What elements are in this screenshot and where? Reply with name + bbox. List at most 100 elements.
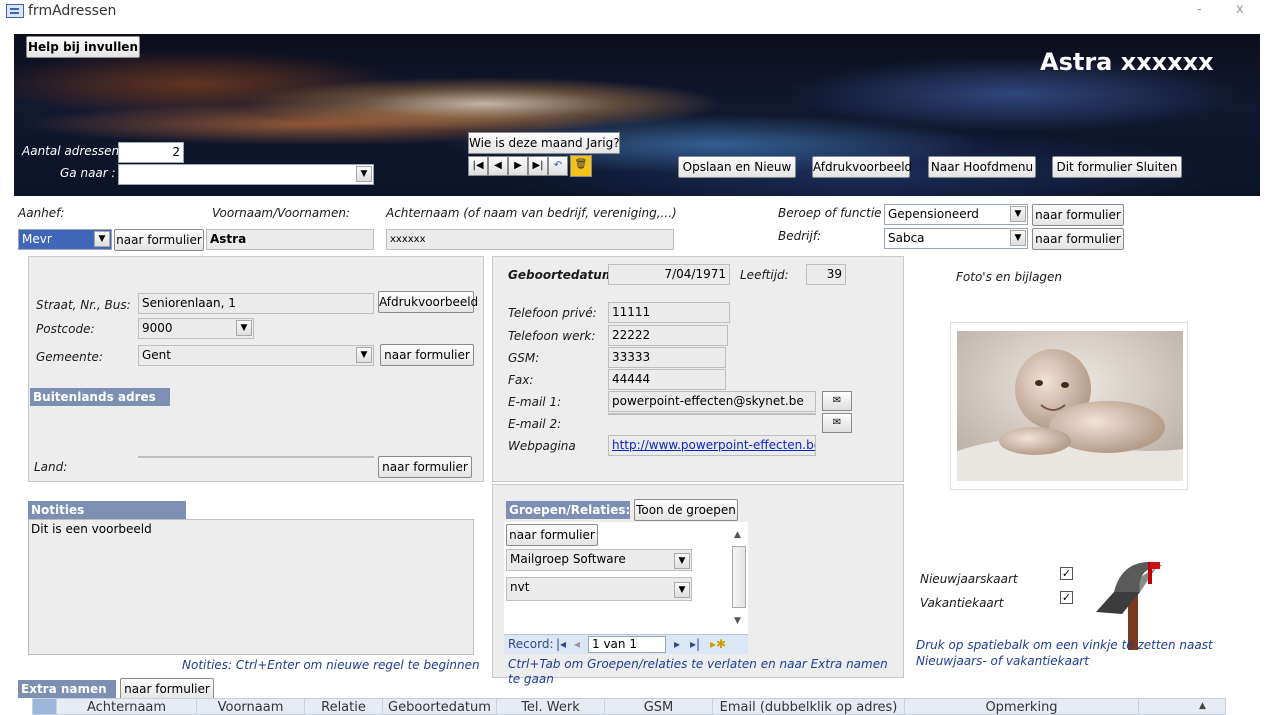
email1-label: E-mail 1: — [508, 395, 562, 409]
chevron-down-icon[interactable]: ▼ — [674, 582, 690, 598]
record-prev-icon[interactable]: ◂ — [574, 635, 580, 654]
scroll-thumb[interactable] — [732, 546, 746, 608]
vakantiekaart-checkbox[interactable]: ✓ — [1060, 591, 1073, 604]
chevron-down-icon[interactable]: ▼ — [356, 347, 372, 363]
gsm-label: GSM: — [508, 351, 540, 365]
photo-label: Foto's en bijlagen — [956, 270, 1063, 284]
last-record-icon[interactable]: ▶| — [528, 156, 548, 176]
baby-photo — [957, 331, 1183, 481]
chevron-down-icon[interactable]: ▼ — [356, 166, 372, 182]
record-position-field[interactable]: 1 van 1 — [588, 636, 666, 653]
first-record-icon[interactable]: |◀ — [468, 156, 488, 176]
webpagina-label: Webpagina — [508, 439, 576, 453]
scroll-up-icon[interactable]: ▲ — [734, 530, 741, 540]
email2-field[interactable] — [608, 413, 816, 415]
count-field: 2 — [118, 142, 184, 163]
col-email[interactable]: Email (dubbelklik op adres) — [713, 699, 905, 714]
aanhef-naar-formulier-button[interactable]: naar formulier — [114, 229, 204, 251]
gemeente-combo[interactable]: Gent ▼ — [138, 345, 374, 366]
col-tel-werk[interactable]: Tel. Werk — [497, 699, 605, 714]
chevron-down-icon[interactable]: ▼ — [236, 320, 252, 336]
col-opmerking[interactable]: Opmerking — [905, 699, 1139, 714]
form-icon — [6, 4, 24, 18]
chevron-down-icon[interactable]: ▼ — [94, 231, 110, 247]
land-naar-formulier-button[interactable]: naar formulier — [378, 456, 472, 478]
leeftijd-field: 39 — [806, 264, 846, 285]
tel-werk-field[interactable]: 22222 — [608, 325, 728, 346]
minimize-button[interactable]: - — [1197, 2, 1202, 17]
count-label: Aantal adressen: — [22, 144, 124, 158]
nieuwjaarskaart-checkbox[interactable]: ✓ — [1060, 567, 1073, 580]
gemeente-naar-formulier-button[interactable]: naar formulier — [380, 344, 474, 366]
col-achternaam[interactable]: Achternaam — [57, 699, 197, 714]
voornaam-label: Voornaam/Voornamen: — [212, 206, 350, 220]
notes-header: Notities — [28, 501, 186, 519]
geboortedatum-field[interactable]: 7/04/1971 — [608, 264, 730, 285]
groups-scrollbar[interactable]: ▲ ▼ — [728, 528, 748, 632]
row-selector[interactable] — [33, 699, 57, 714]
col-voornaam[interactable]: Voornaam — [197, 699, 305, 714]
notes-hint: Notities: Ctrl+Enter om nieuwe regel te … — [182, 658, 480, 672]
record-label: Record: — [508, 637, 554, 651]
email1-field[interactable]: powerpoint-effecten@skynet.be — [608, 391, 816, 412]
extra-naar-formulier-button[interactable]: naar formulier — [120, 678, 214, 700]
beroep-naar-formulier-button[interactable]: naar formulier — [1032, 204, 1124, 226]
send-email2-icon[interactable]: ✉ — [822, 413, 852, 433]
record-next-icon[interactable]: ▸ — [674, 635, 680, 654]
postcode-combo[interactable]: 9000 ▼ — [138, 318, 254, 339]
scroll-down-icon[interactable]: ▼ — [734, 616, 741, 626]
notes-textarea[interactable]: Dit is een voorbeeld — [28, 519, 474, 655]
record-first-icon[interactable]: |◂ — [556, 635, 566, 654]
postcode-label: Postcode: — [36, 322, 95, 336]
send-email1-icon[interactable]: ✉ — [822, 391, 852, 411]
extra-names-grid-header: Achternaam Voornaam Relatie Geboortedatu… — [32, 698, 1226, 715]
tel-werk-label: Telefoon werk: — [508, 329, 596, 343]
tel-prive-label: Telefoon privé: — [508, 306, 597, 320]
record-new-icon[interactable]: ▸✱ — [710, 635, 726, 654]
vakantiekaart-label: Vakantiekaart — [920, 596, 1004, 610]
groups-naar-formulier-button[interactable]: naar formulier — [506, 524, 598, 546]
previous-record-icon[interactable]: ◀ — [488, 156, 508, 176]
tel-prive-field[interactable]: 11111 — [608, 302, 730, 323]
undo-icon[interactable]: ↶ — [548, 156, 568, 176]
achternaam-field[interactable]: xxxxxx — [386, 229, 674, 250]
main-menu-button[interactable]: Naar Hoofdmenu — [928, 156, 1036, 178]
bedrijf-naar-formulier-button[interactable]: naar formulier — [1032, 228, 1124, 250]
scroll-up-icon[interactable]: ▲ — [1199, 701, 1206, 711]
next-record-icon[interactable]: ▶ — [508, 156, 528, 176]
col-geboortedatum[interactable]: Geboortedatum — [383, 699, 497, 714]
close-window-button[interactable]: x — [1236, 2, 1244, 17]
webpagina-link[interactable]: http://www.powerpoint-effecten.be — [608, 435, 816, 456]
photo-frame[interactable] — [950, 322, 1188, 490]
straat-field[interactable]: Seniorenlaan, 1 — [138, 293, 374, 314]
help-button[interactable]: Help bij invullen — [26, 36, 140, 58]
groups-hint: Ctrl+Tab om Groepen/relaties te verlaten… — [508, 657, 888, 686]
delete-trash-icon[interactable]: 🗑 — [570, 155, 592, 177]
gsm-field[interactable]: 33333 — [608, 347, 726, 368]
voornaam-field[interactable]: Astra — [206, 229, 374, 250]
close-form-button[interactable]: Dit formulier Sluiten — [1052, 156, 1182, 178]
aanhef-combo[interactable]: Mevr ▼ — [18, 229, 112, 250]
group-row1-combo[interactable]: Mailgroep Software ▼ — [506, 549, 692, 571]
record-last-icon[interactable]: ▸| — [690, 635, 700, 654]
goto-combo[interactable]: ▼ — [118, 164, 374, 185]
print-preview-button[interactable]: Afdrukvoorbeeld — [812, 156, 912, 178]
bedrijf-combo[interactable]: Sabca ▼ — [884, 228, 1028, 249]
fax-field[interactable]: 44444 — [608, 369, 726, 390]
chevron-down-icon[interactable]: ▼ — [1010, 230, 1026, 246]
col-gsm[interactable]: GSM — [605, 699, 713, 714]
cards-hint: Druk op spatiebalk om een vinkje te zett… — [916, 638, 1213, 668]
chevron-down-icon[interactable]: ▼ — [674, 553, 690, 569]
window-titlebar: frmAdressen - x — [0, 0, 1269, 34]
col-relatie[interactable]: Relatie — [305, 699, 383, 714]
save-new-button[interactable]: Opslaan en Nieuw — [678, 156, 796, 178]
group-row2-combo[interactable]: nvt ▼ — [506, 577, 692, 601]
group-row2-value: nvt — [510, 580, 530, 594]
header-banner: Help bij invullen Astra xxxxxx Aantal ad… — [14, 34, 1260, 196]
chevron-down-icon[interactable]: ▼ — [1010, 206, 1026, 222]
show-groups-button[interactable]: Toon de groepen — [634, 499, 738, 521]
beroep-combo[interactable]: Gepensioneerd ▼ — [884, 204, 1028, 225]
address-print-preview-button[interactable]: Afdrukvoorbeeld — [378, 291, 478, 313]
land-combo[interactable]: ▼ — [138, 456, 374, 458]
birthday-button[interactable]: Wie is deze maand Jarig? — [468, 132, 620, 154]
